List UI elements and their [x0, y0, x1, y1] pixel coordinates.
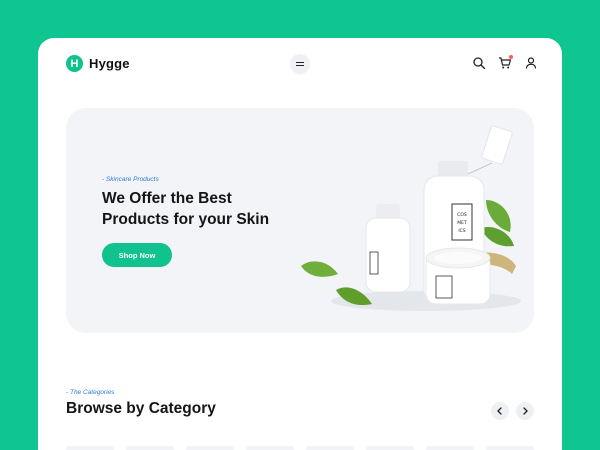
- category-card[interactable]: [306, 446, 354, 450]
- menu-button[interactable]: [290, 54, 310, 74]
- logo-mark-icon: H: [66, 55, 83, 72]
- svg-text:ICS: ICS: [458, 228, 465, 234]
- header-actions: [472, 55, 538, 70]
- hero-title: We Offer the Best Products for your Skin: [102, 190, 270, 228]
- hero-banner: - Skincare Products We Offer the Best Pr…: [66, 108, 534, 333]
- category-list: [66, 446, 534, 450]
- svg-text:MET: MET: [457, 220, 467, 226]
- hero-eyebrow: - Skincare Products: [102, 176, 159, 183]
- cart-icon[interactable]: [498, 55, 513, 70]
- svg-text:COS: COS: [457, 212, 467, 218]
- categories-title: Browse by Category: [66, 400, 216, 417]
- chevron-left-icon: [497, 407, 502, 415]
- category-card[interactable]: [186, 446, 234, 450]
- chevron-right-icon: [523, 407, 528, 415]
- shop-now-button[interactable]: Shop Now: [102, 243, 172, 267]
- category-card[interactable]: [426, 446, 474, 450]
- category-card[interactable]: [366, 446, 414, 450]
- category-card[interactable]: [246, 446, 294, 450]
- category-card[interactable]: [126, 446, 174, 450]
- category-card[interactable]: [66, 446, 114, 450]
- category-card[interactable]: [486, 446, 534, 450]
- menu-icon-line: [296, 61, 304, 63]
- brand-logo[interactable]: H Hygge: [66, 55, 130, 72]
- user-icon[interactable]: [524, 56, 538, 70]
- hero-product-image: COS MET ICS: [301, 125, 521, 311]
- page-card: H Hygge - Skincare Products We Offer the…: [38, 38, 562, 450]
- cart-badge: [509, 55, 513, 59]
- menu-icon-line: [296, 65, 304, 67]
- categories-eyebrow: - The Categories: [66, 389, 115, 396]
- brand-name: Hygge: [89, 56, 130, 71]
- search-icon[interactable]: [472, 56, 486, 70]
- next-category-button[interactable]: [516, 402, 534, 420]
- prev-category-button[interactable]: [491, 402, 509, 420]
